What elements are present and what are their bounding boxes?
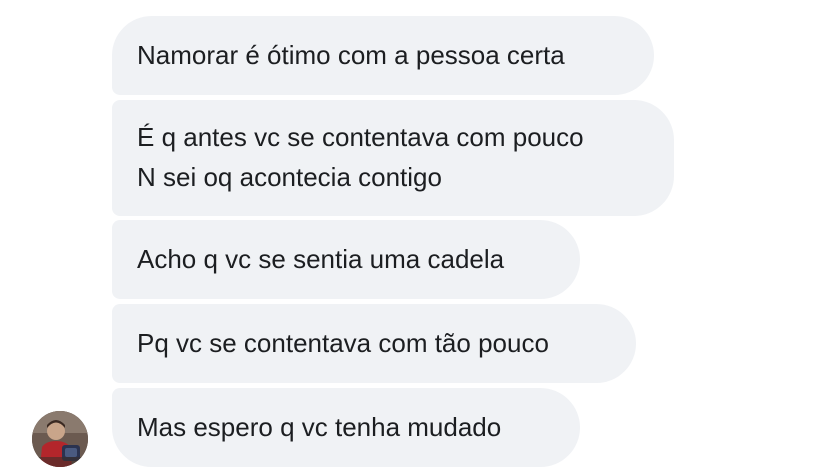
message-text: Pq vc se contentava com tão pouco bbox=[137, 328, 549, 358]
message-bubble[interactable]: Namorar é ótimo com a pessoa certa bbox=[112, 16, 654, 95]
message-text: Namorar é ótimo com a pessoa certa bbox=[137, 40, 565, 70]
message-bubble[interactable]: Pq vc se contentava com tão pouco bbox=[112, 304, 636, 383]
message-text: Mas espero q vc tenha mudado bbox=[137, 412, 502, 442]
message-bubble[interactable]: É q antes vc se contentava com pouco N s… bbox=[112, 100, 674, 216]
message-text: Acho q vc se sentia uma cadela bbox=[137, 244, 505, 274]
sender-avatar[interactable] bbox=[32, 411, 88, 467]
message-thread: Namorar é ótimo com a pessoa certa É q a… bbox=[0, 0, 828, 474]
message-bubble[interactable]: Acho q vc se sentia uma cadela bbox=[112, 220, 580, 299]
message-bubble[interactable]: Mas espero q vc tenha mudado bbox=[112, 388, 580, 467]
user-avatar-photo-icon bbox=[32, 411, 88, 467]
message-text: É q antes vc se contentava com pouco bbox=[137, 122, 584, 152]
message-text: N sei oq acontecia contigo bbox=[137, 162, 442, 192]
